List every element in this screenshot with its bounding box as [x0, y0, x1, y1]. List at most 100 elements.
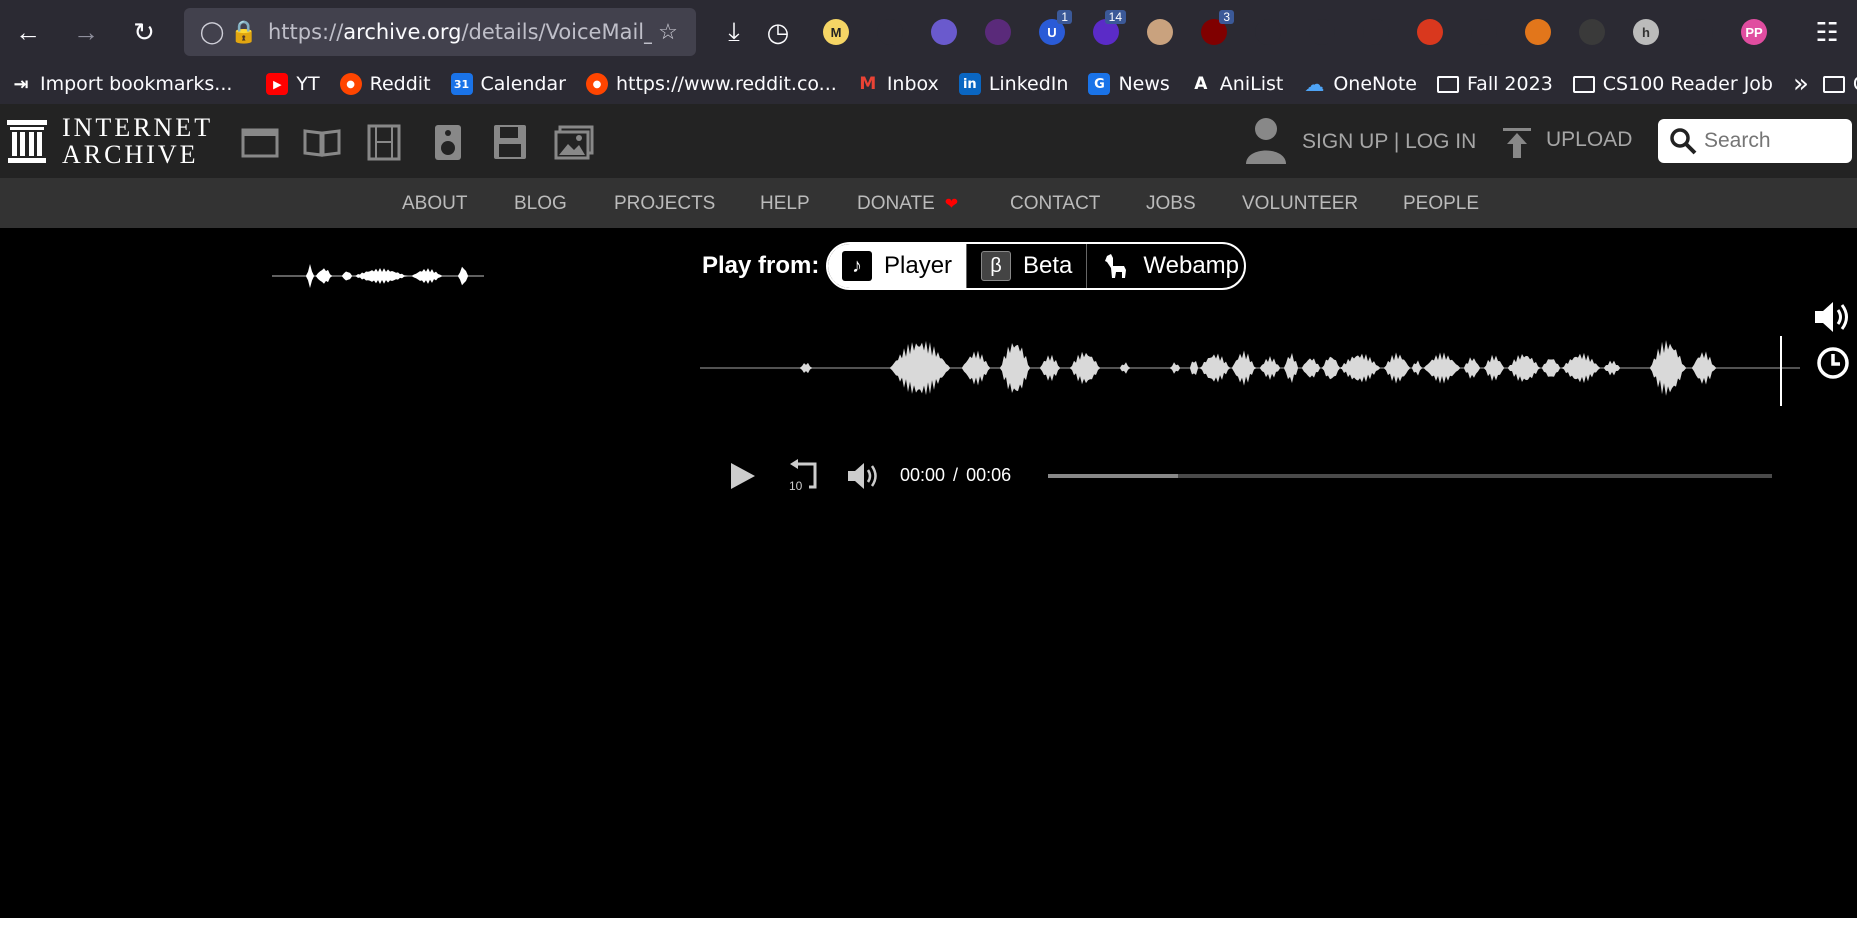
play-button[interactable]: [722, 456, 762, 496]
bookmark-label: Calendar: [480, 73, 566, 95]
archive-building-icon: [7, 120, 47, 163]
diamond-extension-icon[interactable]: 14: [1084, 10, 1128, 54]
nav-people[interactable]: PEOPLE: [1403, 193, 1479, 215]
upload-link[interactable]: UPLOAD: [1546, 128, 1632, 152]
nav-donate[interactable]: DONATE ❤: [857, 193, 958, 215]
h-extension-glyph: h: [1633, 19, 1659, 45]
pp-extension-icon[interactable]: PP: [1732, 10, 1776, 54]
bookmark-item[interactable]: ☁ OneNote: [1303, 72, 1417, 96]
bookmark-item[interactable]: ▶ YT: [266, 73, 320, 95]
browser-window: ← → ↻ ◯ 🔒 https://archive.org/details/Vo…: [0, 0, 1857, 941]
ia-header: INTERNET ARCHIVE SIGN UP | LOG IN UPLOAD…: [0, 104, 1857, 178]
shield-icon[interactable]: ◯: [196, 19, 228, 45]
bug-extension-icon[interactable]: [868, 10, 912, 54]
other-bookmarks-folder[interactable]: Other Bookm: [1822, 73, 1857, 95]
glasses-extension-icon[interactable]: [1138, 10, 1182, 54]
puzzle-icon[interactable]: ☷: [1807, 12, 1847, 52]
images-icon[interactable]: [554, 123, 594, 161]
news-icon: G: [1088, 73, 1111, 95]
rewind-seconds-text: 10: [789, 479, 803, 493]
nav-about[interactable]: ABOUT: [402, 193, 467, 215]
play-from-player-button[interactable]: ♪ Player: [828, 244, 968, 288]
play-from-webamp-button[interactable]: Webamp: [1087, 244, 1244, 288]
pdf-extension-icon[interactable]: [1570, 10, 1614, 54]
ublock-extension-icon[interactable]: 3: [1192, 10, 1236, 54]
bookmark-item[interactable]: A AniList: [1190, 73, 1284, 95]
m-extension-icon[interactable]: M: [814, 10, 858, 54]
search-icon[interactable]: [1668, 126, 1698, 156]
nav-jobs[interactable]: JOBS: [1146, 193, 1196, 215]
bookmark-item[interactable]: G News: [1088, 73, 1170, 95]
search-input[interactable]: [1704, 129, 1844, 153]
search-box[interactable]: [1658, 119, 1852, 163]
play-from-beta-button[interactable]: β Beta: [967, 244, 1088, 288]
anilist-icon: A: [1194, 74, 1208, 94]
progress-bar[interactable]: [1048, 474, 1772, 478]
h-extension-icon[interactable]: h: [1624, 10, 1668, 54]
webamp-option-label: Webamp: [1143, 252, 1240, 279]
texts-icon[interactable]: [302, 123, 342, 161]
url-text[interactable]: https://archive.org/details/VoiceMail_17…: [268, 20, 652, 44]
purple-orb-extension-icon[interactable]: [976, 10, 1020, 54]
back-button[interactable]: ←: [8, 12, 48, 52]
waveform-thumbnail[interactable]: [272, 260, 484, 292]
url-bar[interactable]: ◯ 🔒 https://archive.org/details/VoiceMai…: [184, 8, 696, 56]
volume-icon[interactable]: [1812, 296, 1854, 338]
duration: 00:06: [966, 465, 1012, 485]
other-bookmarks-label: Other Bookm: [1853, 73, 1857, 95]
time-separator: /: [953, 465, 959, 485]
fox-extension-icon[interactable]: [1516, 10, 1560, 54]
nav-volunteer[interactable]: VOLUNTEER: [1242, 193, 1358, 215]
gnome-extension-icon[interactable]: [1678, 10, 1722, 54]
ia-logo[interactable]: INTERNET ARCHIVE: [6, 114, 213, 168]
bookmark-item[interactable]: ● https://www.reddit.co...: [585, 73, 837, 95]
audio-player-area: Play from: ♪ Player β Beta Webamp 10 00:…: [0, 228, 1857, 918]
star-icon[interactable]: ☆: [652, 19, 684, 45]
linkedin-icon: in: [958, 73, 981, 95]
waveform-main[interactable]: [700, 328, 1800, 408]
audio-icon[interactable]: [428, 123, 468, 161]
circle-red-extension-glyph: [931, 19, 957, 45]
rewind-10-button[interactable]: 10: [782, 456, 822, 496]
cookie-extension-icon[interactable]: [1246, 10, 1290, 54]
bookmarks-bar: ⇥ Import bookmarks... ▶ YT ● Reddit 31 Calendar…: [0, 64, 1857, 104]
bookmarks-overflow-icon[interactable]: »: [1793, 69, 1809, 99]
software-icon[interactable]: [490, 123, 530, 161]
bookmark-label: AniList: [1219, 73, 1284, 95]
lock-icon[interactable]: 🔒: [228, 19, 260, 45]
bookmark-item[interactable]: in LinkedIn: [958, 73, 1068, 95]
reload-button[interactable]: ↻: [124, 12, 164, 52]
download-icon[interactable]: ⤓: [714, 12, 754, 52]
gnome-extension-glyph: [1687, 19, 1713, 45]
user-icon[interactable]: [1242, 116, 1290, 166]
bookmark-item[interactable]: CS100 Reader Job: [1572, 73, 1773, 95]
nav-projects[interactable]: PROJECTS: [614, 193, 715, 215]
log-in-link[interactable]: LOG IN: [1405, 130, 1476, 153]
video-icon[interactable]: [364, 123, 404, 161]
web-icon[interactable]: [240, 123, 280, 161]
nav-blog[interactable]: BLOG: [514, 193, 567, 215]
react-extension-glyph: [1471, 19, 1497, 45]
pp-extension-glyph: PP: [1741, 19, 1767, 45]
forward-button[interactable]: →: [66, 12, 106, 52]
speaker-extension-icon[interactable]: [1300, 10, 1344, 54]
nav-help[interactable]: HELP: [760, 193, 810, 215]
red-mask-extension-icon[interactable]: [1408, 10, 1452, 54]
binoculars-extension-icon[interactable]: [1354, 10, 1398, 54]
extension-badge: 14: [1104, 10, 1126, 24]
clock-icon[interactable]: [1816, 346, 1850, 380]
nav-contact[interactable]: CONTACT: [1010, 193, 1100, 215]
bookmark-item[interactable]: Fall 2023: [1437, 73, 1553, 95]
bookmark-item[interactable]: ● Reddit: [339, 73, 431, 95]
mute-button[interactable]: [846, 458, 882, 494]
bookmark-item[interactable]: 31 Calendar: [450, 73, 566, 95]
upload-icon[interactable]: [1500, 126, 1534, 160]
bookmark-item[interactable]: M Inbox: [857, 73, 938, 95]
sign-up-link[interactable]: SIGN UP: [1302, 130, 1388, 153]
history-icon[interactable]: ◷: [758, 12, 798, 52]
react-extension-icon[interactable]: [1462, 10, 1506, 54]
circle-red-extension-icon[interactable]: [922, 10, 966, 54]
bookmark-label: CS100 Reader Job: [1602, 73, 1773, 95]
u-extension-icon[interactable]: U1: [1030, 10, 1074, 54]
bookmark-item[interactable]: ⇥ Import bookmarks...: [10, 73, 232, 95]
